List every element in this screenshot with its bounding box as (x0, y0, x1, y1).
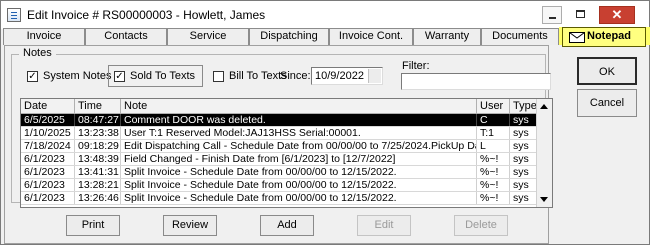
table-row[interactable]: 6/1/2023 13:28:21 Split Invoice - Schedu… (21, 179, 538, 192)
cell-type: sys (510, 127, 538, 139)
system-notes-checkbox[interactable]: ✓ (27, 71, 38, 82)
cell-type: sys (510, 114, 538, 126)
cell-time: 13:26:46 (75, 192, 121, 204)
column-header-user[interactable]: User (477, 99, 510, 113)
cell-type: sys (510, 153, 538, 165)
tab-invoice[interactable]: Invoice (3, 28, 85, 45)
cell-note: Field Changed - Finish Date from [6/1/20… (121, 153, 477, 165)
delete-button[interactable]: Delete (454, 215, 508, 236)
since-date-input[interactable]: 10/9/2022 (311, 67, 383, 85)
cell-time: 13:41:31 (75, 166, 121, 178)
cell-time: 08:47:27 (75, 114, 121, 126)
tab-service[interactable]: Service (167, 28, 249, 45)
checkmark-icon: ✓ (28, 71, 37, 82)
cell-user: %~! (477, 166, 510, 178)
window-title: Edit Invoice # RS00000003 - Howlett, Jam… (27, 8, 266, 22)
add-button[interactable]: Add (260, 215, 314, 236)
since-label: Since: (280, 70, 311, 82)
vertical-scrollbar[interactable] (536, 99, 552, 207)
cell-user: C (477, 114, 510, 126)
cell-type: sys (510, 179, 538, 191)
print-button[interactable]: Print (66, 215, 120, 236)
cell-date: 6/1/2023 (21, 192, 75, 204)
table-row[interactable]: 6/1/2023 13:48:39 Field Changed - Finish… (21, 153, 538, 166)
cell-type: sys (510, 140, 538, 152)
filter-label: Filter: (402, 60, 430, 72)
cell-date: 6/1/2023 (21, 166, 75, 178)
cell-note: Split Invoice - Schedule Date from 00/00… (121, 166, 477, 178)
column-header-date[interactable]: Date (21, 99, 75, 113)
cancel-button[interactable]: Cancel (577, 89, 637, 117)
column-header-type[interactable]: Type (510, 99, 538, 113)
cell-type: sys (510, 166, 538, 178)
notes-group-label: Notes (19, 47, 56, 59)
cell-date: 1/10/2025 (21, 127, 75, 139)
table-row[interactable]: 1/10/2025 13:23:38 User T:1 Reserved Mod… (21, 127, 538, 140)
table-row[interactable]: 7/18/2024 09:18:29 Edit Dispatching Call… (21, 140, 538, 153)
table-row[interactable]: 6/1/2023 13:26:46 Split Invoice - Schedu… (21, 192, 538, 205)
cell-time: 13:48:39 (75, 153, 121, 165)
cell-note: Split Invoice - Schedule Date from 00/00… (121, 179, 477, 191)
maximize-button[interactable] (571, 6, 591, 24)
cell-note: Comment DOOR was deleted. (121, 114, 477, 126)
tab-documents[interactable]: Documents (481, 28, 559, 45)
bill-to-texts-label: Bill To Texts (229, 70, 287, 82)
scroll-up-arrow-icon[interactable] (540, 104, 548, 109)
notes-grid[interactable]: Date Time Note User Type 6/5/2025 08:47:… (20, 98, 553, 208)
cell-time: 09:18:29 (75, 140, 121, 152)
table-row[interactable]: 6/5/2025 08:47:27 Comment DOOR was delet… (21, 114, 538, 127)
column-header-note[interactable]: Note (121, 99, 477, 113)
app-icon (7, 8, 21, 22)
cell-time: 13:23:38 (75, 127, 121, 139)
cell-user: T:1 (477, 127, 510, 139)
cell-note: Split Invoice - Schedule Date from 00/00… (121, 192, 477, 204)
sold-to-texts-checkbox[interactable]: ✓ (114, 71, 125, 82)
close-icon: ✕ (611, 7, 623, 22)
tab-notepad[interactable]: Notepad (562, 27, 646, 47)
tab-notepad-label: Notepad (587, 30, 631, 42)
scroll-down-arrow-icon[interactable] (540, 197, 548, 202)
sold-to-texts-label: Sold To Texts (130, 70, 196, 82)
bill-to-texts-checkbox[interactable] (213, 71, 224, 82)
checkmark-icon: ✓ (115, 71, 124, 82)
review-button[interactable]: Review (163, 215, 217, 236)
cell-user: L (477, 140, 510, 152)
edit-invoice-window: Edit Invoice # RS00000003 - Howlett, Jam… (0, 0, 650, 245)
system-notes-label: System Notes (43, 70, 112, 82)
tab-invoice-cont[interactable]: Invoice Cont. (329, 28, 413, 45)
cell-time: 13:28:21 (75, 179, 121, 191)
cell-date: 6/1/2023 (21, 153, 75, 165)
cell-user: %~! (477, 153, 510, 165)
tab-dispatching[interactable]: Dispatching (249, 28, 329, 45)
tab-warranty[interactable]: Warranty (413, 28, 481, 45)
envelope-icon (569, 32, 585, 43)
grid-header: Date Time Note User Type (21, 99, 538, 114)
cell-user: %~! (477, 192, 510, 204)
tab-strip: Invoice Contacts Service Dispatching Inv… (3, 27, 649, 47)
edit-button[interactable]: Edit (357, 215, 411, 236)
cell-note: Edit Dispatching Call - Schedule Date fr… (121, 140, 477, 152)
cell-user: %~! (477, 179, 510, 191)
tab-contacts[interactable]: Contacts (85, 28, 167, 45)
cell-type: sys (510, 192, 538, 204)
date-dropdown-button[interactable] (368, 69, 381, 83)
cell-date: 7/18/2024 (21, 140, 75, 152)
minimize-button[interactable] (542, 6, 562, 24)
cell-date: 6/1/2023 (21, 179, 75, 191)
ok-button[interactable]: OK (577, 57, 637, 85)
since-date-value: 10/9/2022 (315, 70, 364, 82)
cell-date: 6/5/2025 (21, 114, 75, 126)
close-button[interactable]: ✕ (599, 6, 635, 24)
filter-input[interactable] (401, 73, 551, 90)
column-header-time[interactable]: Time (75, 99, 121, 113)
cell-note: User T:1 Reserved Model:JAJ13HSS Serial:… (121, 127, 477, 139)
table-row[interactable]: 6/1/2023 13:41:31 Split Invoice - Schedu… (21, 166, 538, 179)
title-bar: Edit Invoice # RS00000003 - Howlett, Jam… (1, 1, 649, 29)
